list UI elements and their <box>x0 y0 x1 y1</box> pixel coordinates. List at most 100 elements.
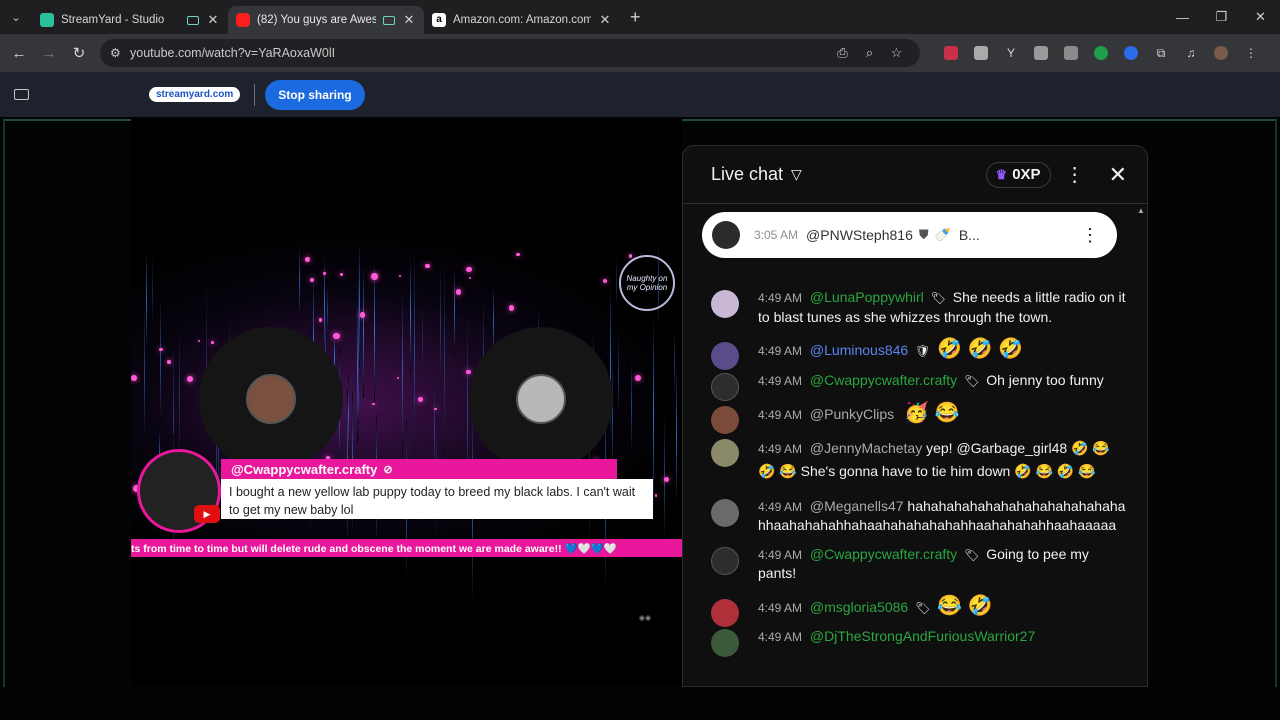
comment-text: I bought a new yellow lab puppy today to… <box>221 479 653 519</box>
chat-message[interactable]: 4:49 AM @LunaPoppywhirl 🏷 She needs a li… <box>683 288 1147 326</box>
screen-share-icon <box>14 89 29 100</box>
extension-blue-icon[interactable] <box>1116 38 1146 68</box>
message-text: Oh jenny too funny <box>986 371 1104 388</box>
light-streak <box>359 240 361 367</box>
moderator-shield-icon: ⛊ <box>918 227 929 242</box>
browser-menu-icon[interactable]: ⋮ <box>1236 38 1266 68</box>
chat-message[interactable]: 4:49 AM @Cwappycwafter.crafty 🏷 Oh jenny… <box>683 371 1147 401</box>
moderator-badge-icon: 🛡 <box>915 344 931 358</box>
tab-youtube[interactable]: (82) You guys are Awesome ✕ <box>228 6 424 34</box>
guest-avatar <box>246 374 296 424</box>
video-player[interactable]: Naughty on my Opinion ▶ @Cwappycwafter.c… <box>131 119 682 685</box>
extension-green-icon[interactable] <box>1086 38 1116 68</box>
message-author[interactable]: @LunaPoppywhirl <box>810 289 924 305</box>
chat-message[interactable]: 4:49 AM @DjTheStrongAndFuriousWarrior27 <box>683 627 1147 657</box>
chevron-down-icon[interactable]: ▽ <box>791 166 802 183</box>
message-author[interactable]: @DjTheStrongAndFuriousWarrior27 <box>810 628 1035 644</box>
sparkle-dot <box>187 375 194 382</box>
tab-amazon[interactable]: a Amazon.com: Amazon.com Gift ✕ <box>424 6 620 34</box>
extensions-puzzle-icon[interactable]: ⧉ <box>1146 38 1176 68</box>
chat-scrollbar[interactable]: ▲ <box>1135 206 1147 686</box>
message-author[interactable]: @msgloria5086 <box>810 599 908 615</box>
forward-arrow-icon[interactable]: → <box>34 38 64 68</box>
light-streak <box>631 358 633 454</box>
minimize-icon[interactable]: — <box>1163 0 1202 34</box>
message-time: 4:49 AM <box>758 441 803 456</box>
tab-title: (82) You guys are Awesome <box>257 14 376 26</box>
message-author[interactable]: @PunkyClips <box>810 406 894 422</box>
close-tab-icon[interactable]: ✕ <box>206 12 220 28</box>
reload-icon[interactable]: ↻ <box>64 38 94 68</box>
member-badge-icon: 🏷 <box>915 600 931 615</box>
message-time: 4:49 AM <box>758 600 803 615</box>
xp-badge[interactable]: ♛ 0XP <box>985 161 1051 188</box>
chat-title[interactable]: Live chat <box>711 164 783 185</box>
back-arrow-icon[interactable]: ← <box>4 38 34 68</box>
close-chat-icon[interactable]: ✕ <box>1109 162 1127 188</box>
member-badge-icon: 🏷 <box>930 291 946 305</box>
message-author[interactable]: @JennyMachetay <box>810 440 922 456</box>
sparkle-dot <box>516 252 520 256</box>
pinned-message[interactable]: 3:05 AM @PNWSteph816 ⛊ 🍼 B... ⋮ <box>702 212 1117 258</box>
new-tab-plus-icon[interactable]: + <box>630 7 641 28</box>
scroll-up-arrow-icon[interactable]: ▲ <box>1135 206 1147 215</box>
extension-c-icon[interactable] <box>966 38 996 68</box>
user-avatar <box>711 438 739 467</box>
message-author[interactable]: @Meganells47 <box>810 498 904 514</box>
sparkle-dot <box>398 275 401 278</box>
youtube-favicon-icon <box>236 13 250 27</box>
profile-avatar[interactable] <box>1206 38 1236 68</box>
chat-message[interactable]: 4:49 AM @msgloria5086 🏷 😂 🤣 <box>683 596 1147 627</box>
chat-message[interactable]: 4:49 AM @Cwappycwafter.crafty 🏷 Going to… <box>683 545 1147 583</box>
zoom-icon[interactable]: ⌕ <box>856 45 883 61</box>
message-author[interactable]: @Cwappycwafter.crafty <box>810 372 957 388</box>
member-badge-icon: 🏷 <box>964 373 980 388</box>
chat-message[interactable]: 4:49 AM @JennyMachetay yep! @Garbage_gir… <box>683 437 1147 483</box>
pinned-author: @PNWSteph816 <box>806 227 913 243</box>
pinned-time: 3:05 AM <box>754 228 799 242</box>
sparkle-dot <box>466 266 472 272</box>
bookmark-star-icon[interactable]: ☆ <box>883 45 910 61</box>
tab-search-button[interactable]: ⌄ <box>0 0 32 34</box>
chat-menu-icon[interactable]: ⋮ <box>1065 162 1085 187</box>
share-domain-badge: streamyard.com <box>149 87 241 102</box>
close-tab-icon[interactable]: ✕ <box>598 12 612 28</box>
light-streak <box>151 255 153 326</box>
close-tab-icon[interactable]: ✕ <box>402 12 416 28</box>
message-text: 🤣 🤣 🤣 <box>937 338 1024 360</box>
light-streak <box>144 303 146 444</box>
extension-gray2-icon[interactable] <box>1056 38 1086 68</box>
message-author[interactable]: @Cwappycwafter.crafty <box>810 546 957 562</box>
sparkle-dot <box>425 263 430 269</box>
chat-message[interactable]: 4:49 AM @Luminous846 🛡 🤣 🤣 🤣 <box>683 338 1147 370</box>
light-streak <box>326 285 328 337</box>
sparkle-dot <box>167 360 171 364</box>
crown-icon: ♛ <box>995 166 1008 182</box>
chat-message[interactable]: 4:49 AM @Meganells47 hahahahahahahahahah… <box>683 497 1147 535</box>
maximize-icon[interactable]: ❐ <box>1202 0 1241 34</box>
tab-title: Amazon.com: Amazon.com Gift <box>453 14 591 26</box>
install-app-icon[interactable]: ⎙ <box>829 45 856 61</box>
url-text[interactable]: youtube.com/watch?v=YaRAoxaW0lI <box>130 46 829 60</box>
sparkle-dot <box>305 257 310 262</box>
message-time: 4:49 AM <box>758 291 803 305</box>
message-author[interactable]: @Luminous846 <box>810 342 908 358</box>
extension-red-icon[interactable] <box>936 38 966 68</box>
tab-streamyard[interactable]: StreamYard - Studio ✕ <box>32 6 228 34</box>
address-bar[interactable]: ⚙ youtube.com/watch?v=YaRAoxaW0lI ⎙ ⌕ ☆ <box>100 39 920 67</box>
pinned-emoji: 🍼 <box>934 227 951 242</box>
site-info-icon[interactable]: ⚙ <box>110 46 130 60</box>
media-indicator-icon <box>383 15 395 25</box>
chat-message[interactable]: 4:49 AM @PunkyClips 🥳 😂 <box>683 403 1147 434</box>
user-avatar <box>711 629 739 657</box>
sparkle-dot <box>131 375 137 381</box>
extension-gray-icon[interactable] <box>1026 38 1056 68</box>
sparkle-dot <box>663 477 669 483</box>
stop-sharing-button[interactable]: Stop sharing <box>265 79 365 110</box>
close-window-icon[interactable]: ✕ <box>1241 0 1280 34</box>
pinned-menu-icon[interactable]: ⋮ <box>1081 225 1099 246</box>
comment-author-bar: @Cwappycwafter.crafty ⊘ <box>221 459 617 479</box>
media-control-icon[interactable]: ♫ <box>1176 38 1206 68</box>
extension-y-icon[interactable]: Y <box>996 38 1026 68</box>
message-time: 4:49 AM <box>758 630 803 644</box>
